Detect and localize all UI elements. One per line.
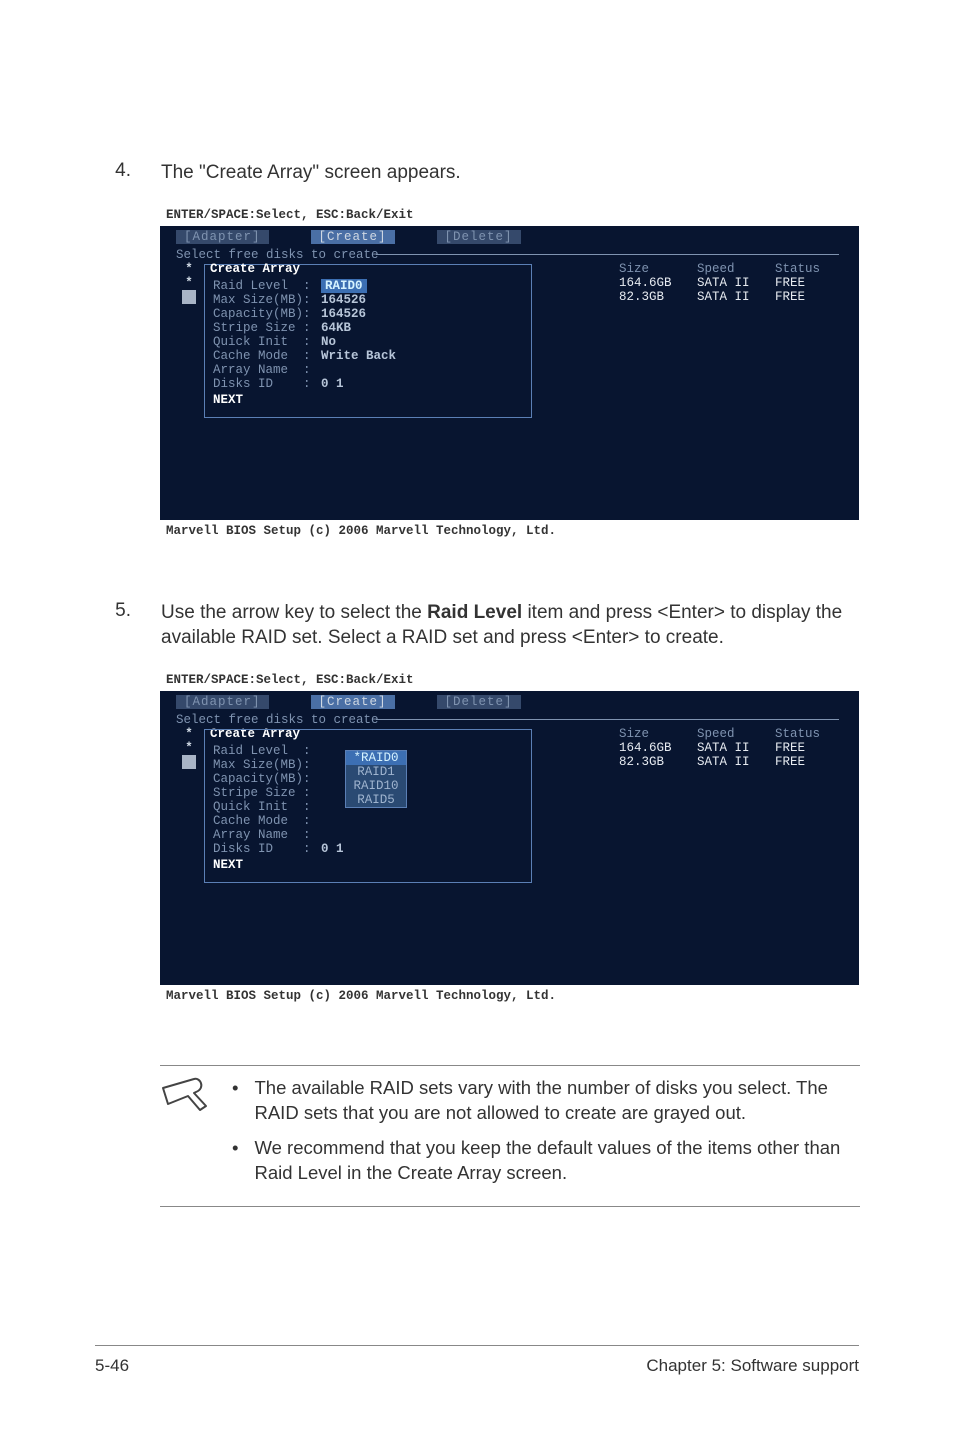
array-name-label: Array Name : [213,828,321,842]
next-action: NEXT [213,858,525,872]
max-size-value: 164526 [321,293,366,307]
next-action: NEXT [213,393,525,407]
bios-tabs: [Adapter] [Create] [Delete] [160,691,859,711]
disk-select-column: * * [174,727,204,883]
disk-unselected-icon [182,755,196,769]
max-size-label: Max Size(MB): [213,758,321,772]
bios-subheader: Select free disks to create [160,711,859,727]
disk-selected-icon: * [174,276,204,290]
bios-footer: Marvell BIOS Setup (c) 2006 Marvell Tech… [160,520,859,540]
disk-table: Size Speed Status 164.6GB SATA II FREE 8… [619,727,845,883]
cache-mode-label: Cache Mode : [213,349,321,363]
step-number: 5. [95,600,131,651]
col-size: Size [619,727,697,741]
create-array-panel: Raid Level : Max Size(MB): Capacity(MB):… [204,729,532,883]
tab-delete: [Delete] [437,230,521,244]
note-bullet-2: • We recommend that you keep the default… [232,1136,860,1186]
cache-mode-value: Write Back [321,349,396,363]
step-4: 4. The "Create Array" screen appears. [95,160,859,186]
chapter-title: Chapter 5: Software support [646,1356,859,1376]
disk-select-column: * * [174,262,204,418]
raid-level-label: Raid Level : [213,744,321,758]
note-bullet-1: • The available RAID sets vary with the … [232,1076,860,1126]
bios-screenshot-2: ENTER/SPACE:Select, ESC:Back/Exit [Adapt… [160,671,859,1005]
raid-option-raid10: RAID10 [346,779,406,793]
stripe-size-label: Stripe Size : [213,321,321,335]
raid-level-label: Raid Level : [213,279,321,293]
quick-init-label: Quick Init : [213,800,321,814]
disk-selected-icon: * [174,727,204,741]
tab-create: [Create] [311,695,395,709]
tab-adapter: [Adapter] [176,695,269,709]
bios-subheader: Select free disks to create [160,246,859,262]
disks-id-value: 0 1 [321,377,344,391]
tab-adapter: [Adapter] [176,230,269,244]
col-size: Size [619,262,697,276]
disk-unselected-icon [182,290,196,304]
bios-hint-bar: ENTER/SPACE:Select, ESC:Back/Exit [160,206,859,226]
quick-init-value: No [321,335,336,349]
stripe-size-label: Stripe Size : [213,786,321,800]
col-speed: Speed [697,727,775,741]
stripe-size-value: 64KB [321,321,351,335]
step-text: The "Create Array" screen appears. [161,160,859,186]
cache-mode-label: Cache Mode : [213,814,321,828]
raid-level-dropdown: *RAID0 RAID1 RAID10 RAID5 [345,750,407,808]
table-row: 82.3GB SATA II FREE [619,755,835,769]
quick-init-label: Quick Init : [213,335,321,349]
tab-create: [Create] [311,230,395,244]
bios-hint-bar: ENTER/SPACE:Select, ESC:Back/Exit [160,671,859,691]
raid-option-raid0: *RAID0 [346,751,406,765]
page-footer: 5-46 Chapter 5: Software support [95,1345,859,1376]
step-text: Use the arrow key to select the Raid Lev… [161,600,859,651]
capacity-label: Capacity(MB): [213,307,321,321]
step-number: 4. [95,160,131,186]
table-row: 164.6GB SATA II FREE [619,741,835,755]
table-row: 82.3GB SATA II FREE [619,290,835,304]
raid-option-raid5: RAID5 [346,793,406,807]
page-number: 5-46 [95,1356,129,1376]
step-5: 5. Use the arrow key to select the Raid … [95,600,859,651]
disks-id-value: 0 1 [321,842,344,856]
max-size-label: Max Size(MB): [213,293,321,307]
bullet-icon: • [232,1076,238,1126]
bullet-icon: • [232,1136,238,1186]
disk-selected-icon: * [174,741,204,755]
note-block: • The available RAID sets vary with the … [160,1065,860,1207]
col-status: Status [775,727,835,741]
disks-id-label: Disks ID : [213,842,321,856]
disk-table: Size Speed Status 164.6GB SATA II FREE 8… [619,262,845,418]
create-array-panel: Raid Level :RAID0 Max Size(MB):164526 Ca… [204,264,532,418]
capacity-value: 164526 [321,307,366,321]
raid-level-value: RAID0 [321,279,367,293]
bios-tabs: [Adapter] [Create] [Delete] [160,226,859,246]
array-name-label: Array Name : [213,363,321,377]
raid-option-raid1: RAID1 [346,765,406,779]
note-icon [160,1076,210,1196]
capacity-label: Capacity(MB): [213,772,321,786]
bios-screenshot-1: ENTER/SPACE:Select, ESC:Back/Exit [Adapt… [160,206,859,540]
disks-id-label: Disks ID : [213,377,321,391]
table-row: 164.6GB SATA II FREE [619,276,835,290]
disk-selected-icon: * [174,262,204,276]
tab-delete: [Delete] [437,695,521,709]
col-speed: Speed [697,262,775,276]
bios-footer: Marvell BIOS Setup (c) 2006 Marvell Tech… [160,985,859,1005]
col-status: Status [775,262,835,276]
